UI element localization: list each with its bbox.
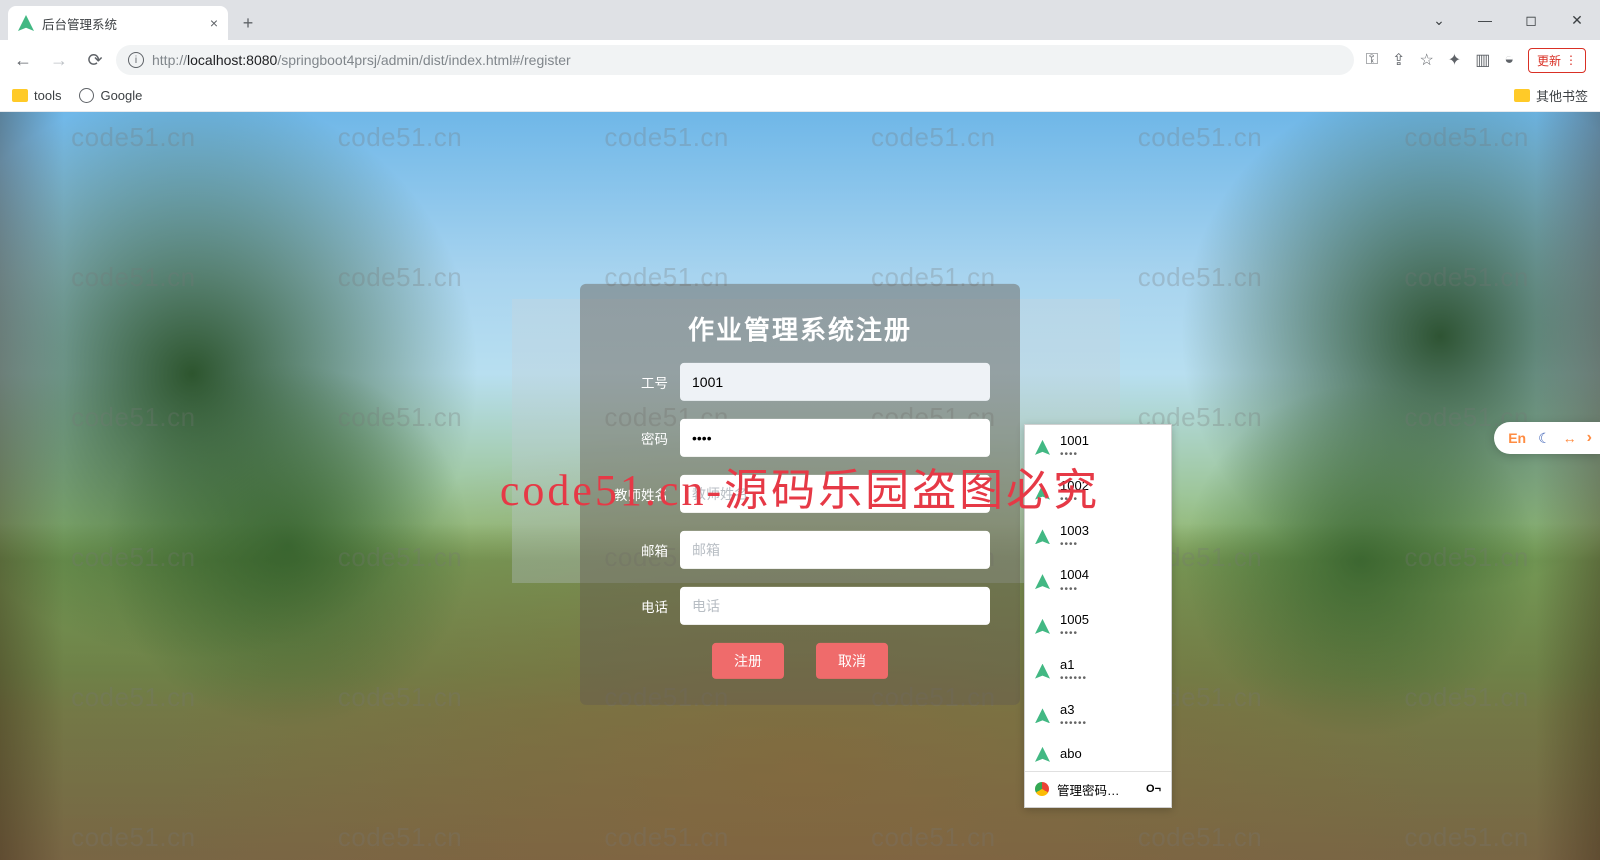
nav-forward-icon: →: [44, 45, 74, 75]
folder-icon: [1514, 89, 1530, 102]
page-viewport: code51.cncode51.cncode51.cncode51.cncode…: [0, 112, 1600, 860]
autofill-footer[interactable]: 管理密码… O¬: [1025, 771, 1171, 807]
row-name: 教师姓名: [610, 475, 990, 513]
address-bar[interactable]: i http://localhost:8080/springboot4prsj/…: [116, 45, 1354, 75]
autofill-password-mask: ••••: [1060, 628, 1089, 641]
autofill-id: a3: [1060, 702, 1087, 718]
bookmark-other[interactable]: 其他书签: [1514, 86, 1588, 105]
expand-arrow-icon[interactable]: ›: [1587, 429, 1592, 447]
vue-favicon-icon: [1035, 619, 1050, 634]
autofill-id: 1001: [1060, 433, 1089, 449]
tab-title: 后台管理系统: [42, 14, 117, 33]
browser-toolbar: ← → ⟳ i http://localhost:8080/springboot…: [0, 40, 1600, 80]
input-name[interactable]: [680, 475, 990, 513]
globe-icon: [79, 88, 94, 103]
window-close-icon[interactable]: ✕: [1554, 0, 1600, 40]
autofill-item[interactable]: 1003••••: [1025, 515, 1171, 560]
autofill-password-mask: ••••: [1060, 449, 1089, 462]
row-email: 邮箱: [610, 531, 990, 569]
fullscreen-icon[interactable]: ↔: [1563, 430, 1575, 446]
autofill-id: a1: [1060, 657, 1087, 673]
bookmark-star-icon[interactable]: ☆: [1419, 50, 1433, 70]
autofill-password-mask: ••••••: [1060, 718, 1087, 731]
autofill-item[interactable]: 1005••••: [1025, 604, 1171, 649]
row-work-id: 工号: [610, 363, 990, 401]
vue-favicon-icon: [1035, 664, 1050, 679]
vue-favicon-icon: [1035, 708, 1050, 723]
row-password: 密码: [610, 419, 990, 457]
vue-favicon-icon: [1035, 529, 1050, 544]
nav-back-icon[interactable]: ←: [8, 45, 38, 75]
url-text: http://localhost:8080/springboot4prsj/ad…: [152, 52, 571, 68]
autofill-dropdown: 1001••••1002••••1003••••1004••••1005••••…: [1024, 424, 1172, 808]
floating-settings-widget[interactable]: En ☾ ↔ ›: [1494, 422, 1600, 454]
input-work-id[interactable]: [680, 363, 990, 401]
autofill-item[interactable]: 1001••••: [1025, 425, 1171, 470]
tab-close-icon[interactable]: ×: [210, 15, 218, 31]
vue-favicon-icon: [1035, 440, 1050, 455]
register-form-card: 作业管理系统注册 工号 密码 教师姓名 邮箱 电话 注册: [580, 284, 1020, 705]
autofill-password-mask: ••••: [1060, 539, 1089, 552]
extensions-icon[interactable]: ✦: [1448, 50, 1461, 70]
vue-favicon-icon: [1035, 485, 1050, 500]
cancel-button[interactable]: 取消: [816, 643, 888, 679]
label-password: 密码: [610, 428, 668, 448]
autofill-id: 1003: [1060, 523, 1089, 539]
autofill-item[interactable]: 1004••••: [1025, 559, 1171, 604]
window-minimize-icon[interactable]: —: [1462, 0, 1508, 40]
autofill-password-mask: ••••: [1060, 494, 1089, 507]
label-email: 邮箱: [610, 540, 668, 560]
input-phone[interactable]: [680, 587, 990, 625]
autofill-item[interactable]: abo: [1025, 738, 1171, 770]
label-phone: 电话: [610, 596, 668, 616]
bookmark-tools[interactable]: tools: [12, 88, 61, 103]
manage-passwords-label: 管理密码…: [1057, 780, 1120, 799]
autofill-item[interactable]: a3••••••: [1025, 694, 1171, 739]
share-icon[interactable]: ⇪: [1392, 50, 1405, 70]
profile-avatar-icon[interactable]: ◒: [1504, 51, 1514, 69]
autofill-item[interactable]: a1••••••: [1025, 649, 1171, 694]
autofill-item[interactable]: 1002••••: [1025, 470, 1171, 515]
input-email[interactable]: [680, 531, 990, 569]
autofill-password-mask: ••••••: [1060, 673, 1087, 686]
autofill-id: 1002: [1060, 478, 1089, 494]
register-button[interactable]: 注册: [712, 643, 784, 679]
toolbar-icons: ⚿ ⇪ ☆ ✦ ▥ ◒ 更新 ⋮: [1360, 48, 1592, 73]
tab-strip: 后台管理系统 × + ⌄ — ◻ ✕: [0, 0, 1600, 40]
label-name: 教师姓名: [610, 484, 668, 504]
side-panel-icon[interactable]: ▥: [1475, 50, 1490, 70]
bookmark-google[interactable]: Google: [79, 88, 142, 103]
autofill-password-mask: ••••: [1060, 584, 1089, 597]
language-toggle[interactable]: En: [1508, 430, 1526, 446]
vue-favicon-icon: [18, 15, 34, 31]
window-controls: ⌄ — ◻ ✕: [1416, 0, 1600, 40]
vue-favicon-icon: [1035, 574, 1050, 589]
label-work-id: 工号: [610, 372, 668, 392]
autofill-id: abo: [1060, 746, 1082, 762]
window-dropdown-icon[interactable]: ⌄: [1416, 0, 1462, 40]
nav-reload-icon[interactable]: ⟳: [80, 45, 110, 75]
browser-tab[interactable]: 后台管理系统 ×: [8, 6, 228, 40]
window-maximize-icon[interactable]: ◻: [1508, 0, 1554, 40]
autofill-id: 1005: [1060, 612, 1089, 628]
dark-mode-icon[interactable]: ☾: [1538, 430, 1551, 447]
update-button[interactable]: 更新 ⋮: [1528, 48, 1586, 73]
site-info-icon[interactable]: i: [128, 52, 144, 68]
password-key-icon[interactable]: ⚿: [1366, 51, 1378, 69]
button-row: 注册 取消: [610, 643, 990, 679]
chrome-icon: [1035, 782, 1049, 796]
input-password[interactable]: [680, 419, 990, 457]
autofill-list[interactable]: 1001••••1002••••1003••••1004••••1005••••…: [1025, 425, 1171, 771]
form-title: 作业管理系统注册: [610, 310, 990, 347]
row-phone: 电话: [610, 587, 990, 625]
folder-icon: [12, 89, 28, 102]
vue-favicon-icon: [1035, 747, 1050, 762]
passkey-icon: O¬: [1146, 783, 1161, 795]
bookmarks-bar: tools Google 其他书签: [0, 80, 1600, 112]
new-tab-button[interactable]: +: [234, 9, 262, 37]
autofill-id: 1004: [1060, 567, 1089, 583]
